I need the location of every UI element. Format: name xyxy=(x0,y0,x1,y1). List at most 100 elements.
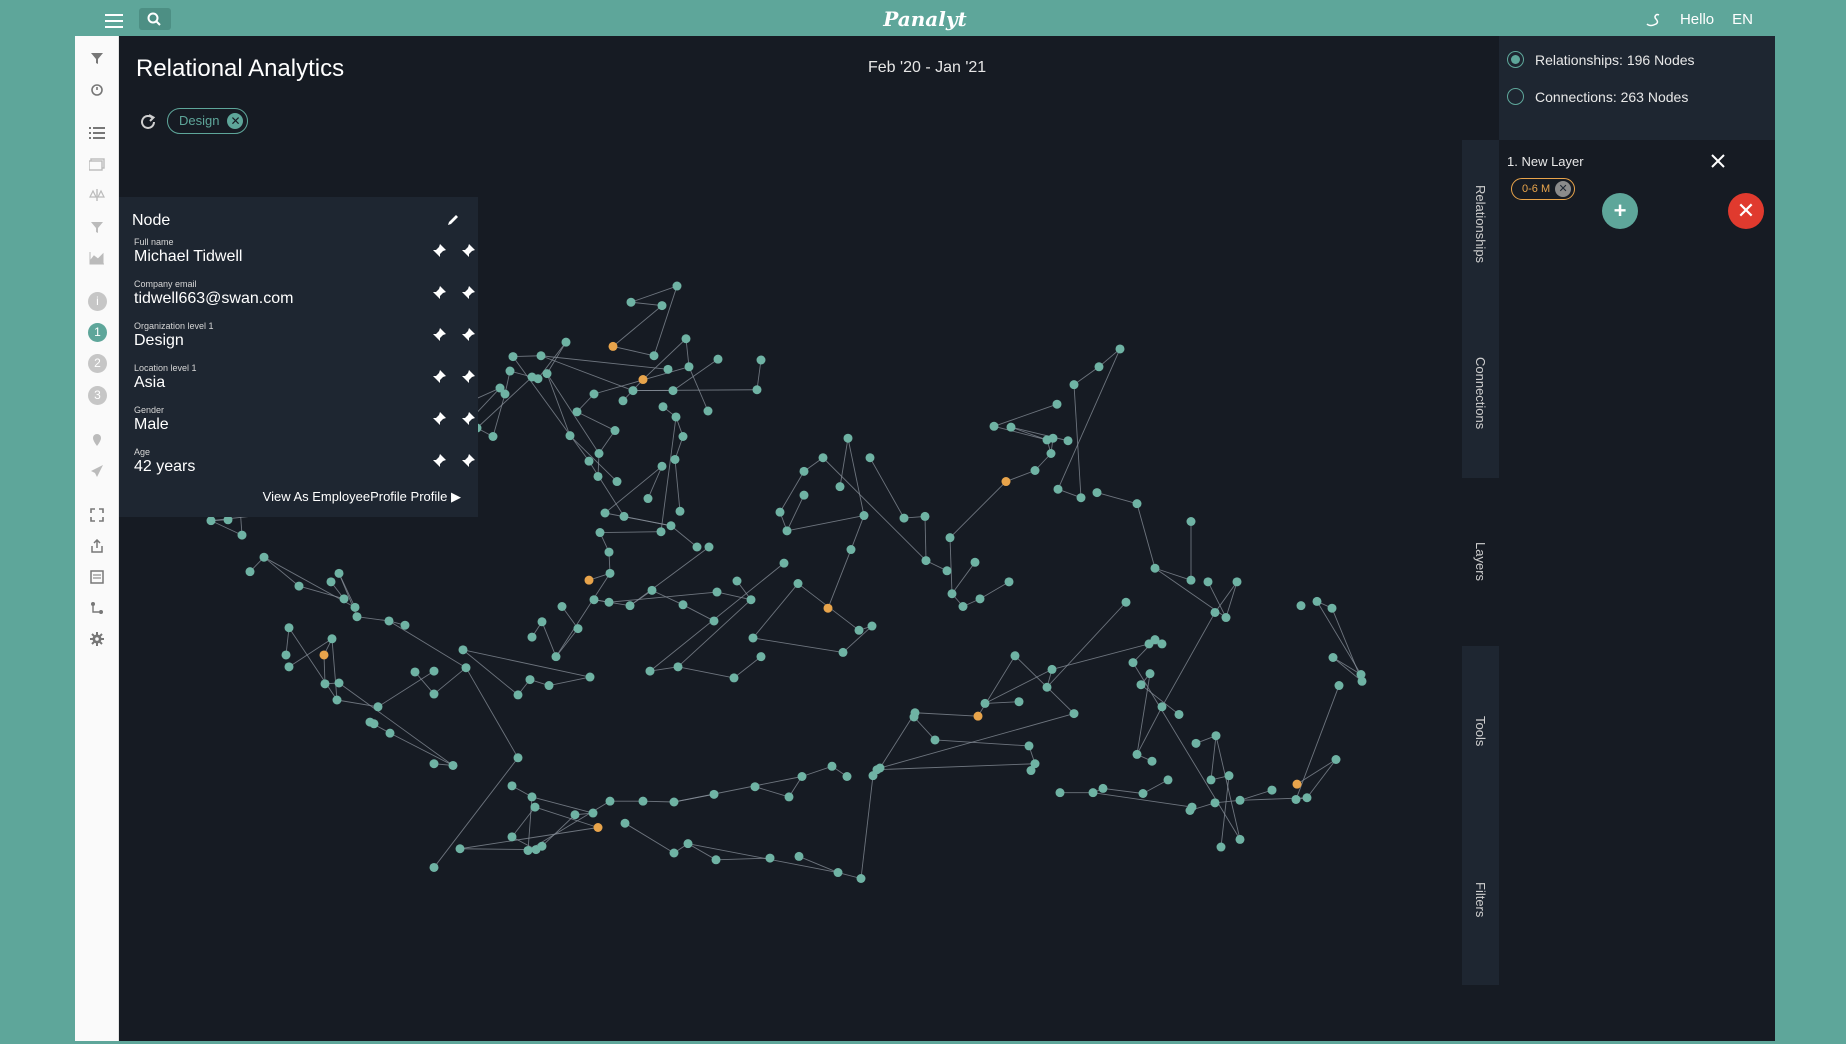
graph-node[interactable] xyxy=(593,823,603,832)
graph-node[interactable] xyxy=(678,432,688,441)
graph-node[interactable] xyxy=(732,576,742,586)
graph-node[interactable] xyxy=(530,802,540,812)
graph-node[interactable] xyxy=(429,862,439,872)
pin-icon[interactable] xyxy=(431,369,447,385)
graph-node[interactable] xyxy=(684,362,694,372)
graph-node[interactable] xyxy=(488,432,498,441)
refresh-icon[interactable] xyxy=(138,112,158,132)
graph-node[interactable] xyxy=(527,632,537,642)
graph-node[interactable] xyxy=(1356,670,1366,679)
graph-node[interactable] xyxy=(899,513,909,523)
graph-node[interactable] xyxy=(458,645,468,655)
graph-node[interactable] xyxy=(799,466,809,476)
graph-node[interactable] xyxy=(1026,766,1036,776)
connections-label[interactable]: Connections: 263 Nodes xyxy=(1535,89,1688,105)
graph-node[interactable] xyxy=(527,792,537,802)
graph-node[interactable] xyxy=(608,341,618,351)
graph-node[interactable] xyxy=(561,337,571,347)
multi-pin-icon[interactable] xyxy=(460,411,476,427)
pin-icon[interactable] xyxy=(431,243,447,259)
graph-node[interactable] xyxy=(838,647,848,657)
graph-node[interactable] xyxy=(1052,399,1062,409)
graph-node[interactable] xyxy=(1088,788,1098,798)
graph-node[interactable] xyxy=(570,810,580,820)
graph-node[interactable] xyxy=(605,796,615,806)
graph-node[interactable] xyxy=(339,594,349,604)
graph-node[interactable] xyxy=(752,385,762,395)
graph-node[interactable] xyxy=(947,589,957,599)
graph-node[interactable] xyxy=(779,558,789,568)
graph-node[interactable] xyxy=(237,530,247,540)
graph-node[interactable] xyxy=(600,508,610,518)
graph-node[interactable] xyxy=(1115,344,1125,354)
graph-node[interactable] xyxy=(1053,484,1063,494)
graph-node[interactable] xyxy=(666,521,676,531)
graph-node[interactable] xyxy=(638,796,648,806)
edit-pencil-icon[interactable] xyxy=(445,212,461,228)
graph-node[interactable] xyxy=(683,839,693,849)
graph-node[interactable] xyxy=(1069,380,1079,390)
graph-node[interactable] xyxy=(1185,806,1195,815)
graph-node[interactable] xyxy=(537,617,547,627)
graph-node[interactable] xyxy=(1157,702,1167,712)
graph-node[interactable] xyxy=(975,594,985,604)
graph-node[interactable] xyxy=(1046,449,1056,458)
graph-node[interactable] xyxy=(245,567,255,577)
graph-node[interactable] xyxy=(865,453,875,463)
graph-node[interactable] xyxy=(1206,775,1216,785)
graph-node[interactable] xyxy=(920,511,930,521)
graph-node[interactable] xyxy=(1014,697,1024,707)
graph-node[interactable] xyxy=(1157,639,1167,649)
graph-node[interactable] xyxy=(765,853,775,863)
graph-node[interactable] xyxy=(797,772,807,781)
graph-node[interactable] xyxy=(429,759,439,769)
graph-node[interactable] xyxy=(513,753,523,763)
graph-node[interactable] xyxy=(294,581,304,591)
graph-node[interactable] xyxy=(1098,783,1108,793)
graph-node[interactable] xyxy=(750,782,760,792)
graph-node[interactable] xyxy=(818,453,828,463)
tab-filters[interactable]: Filters xyxy=(1462,816,1499,984)
graph-node[interactable] xyxy=(594,449,604,458)
graph-node[interactable] xyxy=(507,781,517,791)
graph-node[interactable] xyxy=(658,402,668,412)
graph-node[interactable] xyxy=(1296,601,1306,611)
graph-node[interactable] xyxy=(909,712,919,722)
graph-node[interactable] xyxy=(495,383,505,393)
graph-node[interactable] xyxy=(1216,842,1226,852)
graph-node[interactable] xyxy=(1211,731,1221,741)
graph-node[interactable] xyxy=(206,516,216,526)
graph-node[interactable] xyxy=(525,675,535,685)
graph-node[interactable] xyxy=(1063,436,1073,446)
graph-node[interactable] xyxy=(746,595,756,605)
graph-node[interactable] xyxy=(643,494,653,504)
graph-node[interactable] xyxy=(618,396,628,406)
remove-chip-icon[interactable]: ✕ xyxy=(227,113,244,129)
graph-node[interactable] xyxy=(1334,681,1344,691)
graph-node[interactable] xyxy=(669,797,679,807)
graph-node[interactable] xyxy=(319,650,329,660)
graph-node[interactable] xyxy=(669,848,679,858)
graph-node[interactable] xyxy=(638,375,648,385)
graph-node[interactable] xyxy=(678,600,688,610)
pin-icon[interactable] xyxy=(431,285,447,301)
graph-node[interactable] xyxy=(593,471,603,481)
graph-node[interactable] xyxy=(668,386,678,396)
graph-node[interactable] xyxy=(320,679,330,689)
graph-node[interactable] xyxy=(1030,466,1040,475)
graph-node[interactable] xyxy=(505,366,515,376)
graph-node[interactable] xyxy=(656,527,666,537)
pin-icon[interactable] xyxy=(431,327,447,343)
graph-node[interactable] xyxy=(523,845,533,855)
graph-node[interactable] xyxy=(628,386,638,396)
graph-node[interactable] xyxy=(1132,499,1142,509)
graph-node[interactable] xyxy=(589,389,599,399)
graph-node[interactable] xyxy=(612,477,622,487)
graph-node[interactable] xyxy=(854,625,864,635)
graph-node[interactable] xyxy=(588,808,598,818)
graph-node[interactable] xyxy=(1291,794,1301,804)
graph-node[interactable] xyxy=(835,482,845,492)
graph-node[interactable] xyxy=(461,663,471,673)
graph-node[interactable] xyxy=(663,364,673,374)
graph-node[interactable] xyxy=(1076,493,1086,503)
